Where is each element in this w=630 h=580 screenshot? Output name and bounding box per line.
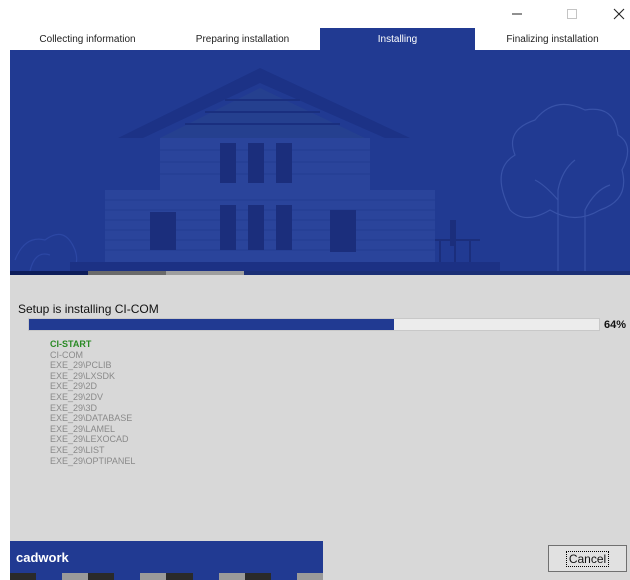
stripe-segment	[36, 573, 63, 580]
title-bar	[0, 0, 630, 28]
step-preparing-installation: Preparing installation	[195, 33, 290, 45]
cancel-button[interactable]: Cancel	[548, 545, 627, 572]
strip-segment	[88, 271, 166, 275]
list-item: EXE_29\LEXOCAD	[50, 434, 129, 445]
list-item: EXE_29\DATABASE	[50, 413, 133, 424]
step-collecting-information: Collecting information	[39, 33, 136, 45]
stripe-segment	[140, 573, 167, 580]
cancel-button-label: Cancel	[565, 550, 610, 567]
house-illustration	[14, 68, 629, 272]
step-tabs: Collecting information Preparing install…	[10, 28, 630, 50]
list-item: EXE_29\LXSDK	[50, 370, 116, 381]
progress-bar	[28, 318, 600, 331]
header-banner	[10, 50, 630, 275]
stripe-segment	[166, 573, 193, 580]
list-item: CI-START	[50, 339, 92, 349]
list-item: EXE_29\PCLIB	[50, 360, 112, 371]
maximize-icon	[567, 9, 577, 19]
minimize-button[interactable]	[495, 0, 539, 28]
stripe-segment	[296, 573, 323, 580]
component-list: CI-START CI-COM EXE_29\PCLIB EXE_29\LXSD…	[50, 339, 135, 466]
list-item: EXE_29\LAMEL	[50, 423, 116, 434]
list-item: EXE_29\OPTIPANEL	[50, 455, 136, 466]
close-button[interactable]	[597, 0, 630, 28]
step-installing: Installing	[320, 28, 475, 50]
installer-window: Collecting information Preparing install…	[10, 28, 630, 580]
stripe-segment	[244, 573, 271, 580]
close-icon	[613, 8, 625, 20]
progress-percentage: 64%	[604, 319, 627, 331]
step-finalizing-installation: Finalizing installation	[506, 33, 599, 45]
stripe-segment	[10, 573, 37, 580]
list-item: EXE_29\LIST	[50, 444, 105, 455]
maximize-button[interactable]	[550, 0, 594, 28]
strip-segment	[166, 271, 244, 275]
brand-stripes	[10, 573, 323, 580]
stripe-segment	[88, 573, 115, 580]
stripe-segment	[218, 573, 245, 580]
brand-logo-text: cadwork	[16, 549, 69, 565]
list-item: EXE_29\2D	[50, 381, 98, 392]
brand-bar: cadwork	[10, 541, 323, 573]
status-text: Setup is installing CI-COM	[18, 302, 159, 316]
list-item: EXE_29\2DV	[50, 391, 104, 402]
stripe-segment	[62, 573, 89, 580]
strip-segment	[10, 271, 88, 275]
list-item: CI-COM	[50, 349, 83, 360]
stripe-segment	[114, 573, 141, 580]
stripe-segment	[192, 573, 219, 580]
stripe-segment	[270, 573, 297, 580]
minimize-icon	[512, 13, 522, 15]
progress-fill	[29, 319, 394, 330]
list-item: EXE_29\3D	[50, 402, 98, 413]
